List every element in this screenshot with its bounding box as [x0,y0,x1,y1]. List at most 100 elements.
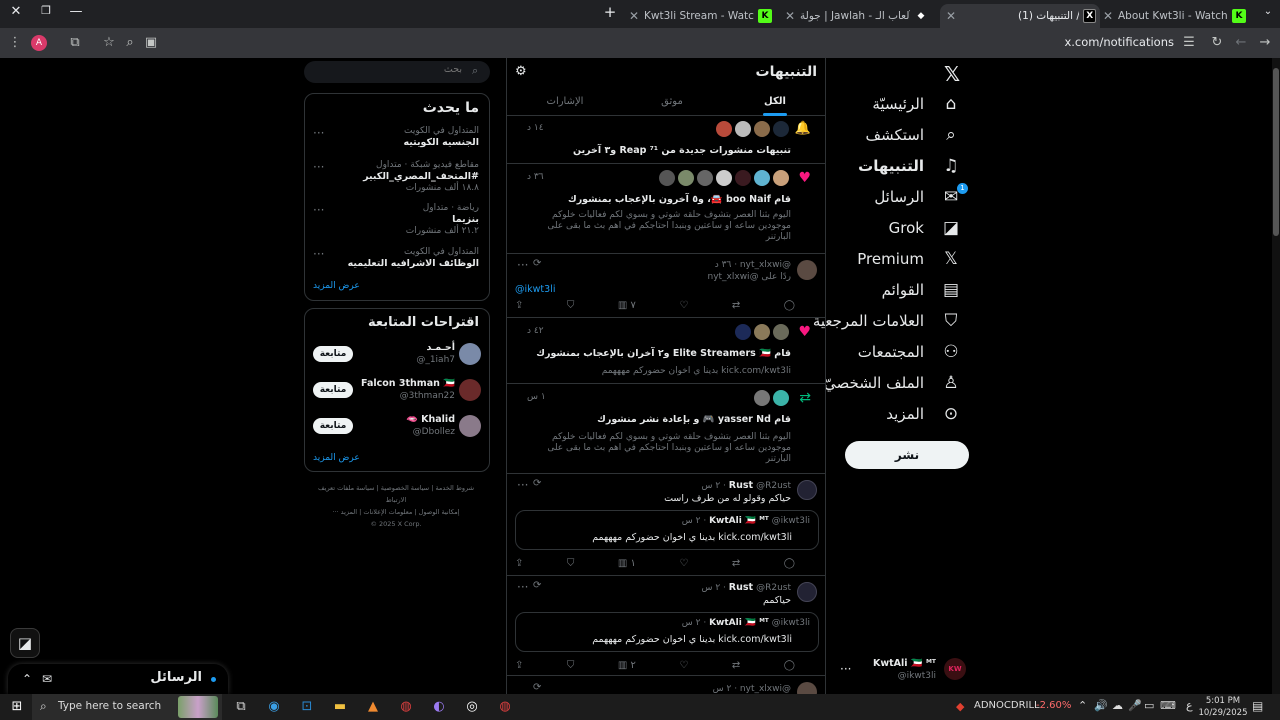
notification-item[interactable]: ♥ ٤٢ د قام Elite Streamers 🇰🇼 و٢ آخران ب… [507,318,825,384]
clock[interactable]: 5:01 PM 10/29/2025 [1198,695,1248,719]
nav-item-messages[interactable]: ✉ 1 الرسائل [874,183,968,211]
follow-show-more-link[interactable]: عرض المزيد [313,453,360,463]
more-dots-icon[interactable]: ··· [517,580,528,594]
share-icon[interactable]: ⇪ [515,300,523,314]
x-logo-icon[interactable]: 𝕏 [944,62,960,86]
back-icon[interactable]: → [1256,34,1274,52]
nav-item-more[interactable]: ⊙ المزيد [886,400,962,428]
reply-icon[interactable]: ◯ [784,300,795,314]
reply-icon[interactable]: ◯ [784,558,795,572]
search-input[interactable] [312,64,462,75]
like-icon[interactable]: ♡ [679,558,688,572]
restore-window-icon[interactable]: ❐ [34,4,58,17]
cloud-icon[interactable]: ☁ [1112,699,1123,712]
tab-kwt3li-stream[interactable]: ✕ Kwt3li Stream - Watch Live on K [626,4,776,28]
retweet-icon[interactable]: ⇄ [732,660,740,674]
language-indicator[interactable]: ع [1186,699,1193,712]
grok-icon[interactable]: ⟳ [533,580,541,591]
bookmark-star-icon[interactable]: ☆ [100,34,118,52]
app-icon[interactable]: ▲ [364,698,382,716]
notification-center-icon[interactable]: ▤ [1252,699,1263,713]
close-window-icon[interactable]: ✕ [4,4,28,19]
chrome-icon[interactable]: ◍ [397,698,415,716]
mention-link[interactable]: @ikwt3li [515,284,555,295]
new-tab-button[interactable]: + [598,3,622,21]
nav-item-home[interactable]: ⌂ الرئيسيّة [872,90,962,118]
trend-item[interactable]: المتداول في الكويت الجنسيه الكويتيه ··· [305,124,489,162]
share-icon[interactable]: ⇪ [515,558,523,572]
tab-jawlah[interactable]: ✕ جولة | Jawlah - منصة الألعاب الـ ◆ [782,4,932,28]
scrollbar-thumb[interactable] [1273,68,1279,236]
tab-verified[interactable]: موثق [642,96,702,107]
reload-icon[interactable]: ↻ [1208,34,1226,52]
app-icon[interactable]: ◐ [430,698,448,716]
taskbar-search[interactable]: ⌕ Type here to search [32,694,222,720]
bookmark-icon[interactable]: ⛉ [567,558,575,572]
volume-icon[interactable]: 🔊 [1094,699,1108,712]
more-dots-icon[interactable]: ··· [517,258,528,272]
footer-line[interactable]: شروط الخدمة | سياسة الخصوصية | سياسة ملف… [310,482,482,506]
like-icon[interactable]: ♡ [679,660,688,674]
more-dots-icon[interactable]: ··· [313,247,324,261]
screenshot-icon[interactable]: ▣ [142,34,160,52]
app-icon[interactable]: ◍ [496,698,514,716]
mic-icon[interactable]: 🎤 [1128,699,1142,712]
reply-post[interactable]: @nyt_xlxwi · ٢ س ⟳ [507,676,825,694]
file-explorer-icon[interactable]: ▬ [331,698,349,716]
share-icon[interactable]: ⇪ [515,660,523,674]
stock-name[interactable]: ADNOCDRILL [974,700,1040,711]
trends-show-more-link[interactable]: عرض المزيد [313,281,360,291]
reply-post[interactable]: @nyt_xlxwi · ٣٦ د ردًا على @nyt_xlxwi ··… [507,254,825,318]
quoted-post[interactable]: KwtAli 🇰🇼 ᴹᵀ @ikwt3li · ٢ س kick.com/kwt… [515,510,819,550]
grok-icon[interactable]: ⟳ [533,682,541,693]
compose-message-icon[interactable]: ✉ [42,672,52,686]
trend-item[interactable]: مقاطع فيديو شبكة · متداول #المتحف_المصري… [305,158,489,198]
more-dots-icon[interactable]: ··· [313,126,324,140]
quote-post[interactable]: Rust @R2ust · ٢ س حياكم وقولو له من طرف … [507,474,825,576]
views-icon[interactable]: ▥ ٢ [618,660,636,674]
search-box[interactable]: ⌕ [304,61,490,83]
more-dots-icon[interactable]: ··· [313,160,324,174]
nav-item-explore[interactable]: ⌕ استكشف [866,121,962,149]
close-tab-icon[interactable]: ✕ [626,9,642,23]
retweet-icon[interactable]: ⇄ [732,300,740,314]
follow-suggestion[interactable]: Falcon 3thman 🇰🇼 @3thman22 متابعة [305,377,489,407]
follow-suggestion[interactable]: Khalid 🫦 @Dbollez متابعة [305,413,489,443]
tab-about-kwt3li[interactable]: ✕ About Kwt3li - Watch Live on K K [1100,4,1250,28]
edge-icon[interactable]: ◉ [265,698,283,716]
settings-gear-icon[interactable]: ⚙ [515,64,527,79]
extensions-icon[interactable]: ⧉ [66,34,84,52]
trend-item[interactable]: المتداول في الكويت الوظائف الاشرافيه الت… [305,245,489,277]
task-view-icon[interactable]: ⧉ [232,698,250,716]
notification-item[interactable]: ♥ ٣٦ د قام boo Naif 🚘، و٥ آخرون بالإعجاب… [507,164,825,254]
follow-button[interactable]: متابعة [313,346,353,362]
more-dots-icon[interactable]: ··· [313,203,324,217]
like-icon[interactable]: ♡ [679,300,688,314]
tray-chevron-icon[interactable]: ⌃ [1078,699,1087,712]
footer-line[interactable]: إمكانية الوصول | معلومات الإعلانات | الم… [310,506,482,518]
more-dots-icon[interactable]: ··· [517,478,528,492]
keyboard-icon[interactable]: ⌨ [1160,699,1176,712]
nav-item-bookmarks[interactable]: ⛉ العلامات المرجعية [813,307,962,335]
quote-post[interactable]: Rust @R2ust · ٢ س حياكمم ··· ⟳ KwtAli 🇰🇼… [507,576,825,676]
follow-button[interactable]: متابعة [313,382,353,398]
expand-up-icon[interactable]: ⌃ [22,672,32,686]
retweet-icon[interactable]: ⇄ [732,558,740,572]
nav-item-communities[interactable]: ⚇ المجتمعات [858,338,962,366]
nav-item-grok[interactable]: ◪ Grok [889,214,962,242]
tab-mentions[interactable]: الإشارات [535,96,595,107]
tab-notifications[interactable]: ✕ (1) التنبيهات / X X [940,4,1100,28]
page-scrollbar[interactable] [1272,58,1280,694]
network-icon[interactable]: ▭ [1144,699,1154,712]
zoom-search-icon[interactable]: ⌕ [121,34,139,52]
close-tab-icon[interactable]: ✕ [782,9,798,23]
follow-button[interactable]: متابعة [313,418,353,434]
follow-suggestion[interactable]: أحـمـد @_1iah7 متابعة [305,341,489,371]
bookmark-icon[interactable]: ⛉ [567,300,575,314]
obs-icon[interactable]: ◎ [463,698,481,716]
nav-item-premium[interactable]: 𝕏 Premium [857,245,962,273]
grok-icon[interactable]: ⟳ [533,478,541,489]
site-settings-icon[interactable]: ☰ [1180,34,1198,52]
profile-avatar[interactable]: A [31,35,47,51]
grok-icon[interactable]: ⟳ [533,258,541,269]
